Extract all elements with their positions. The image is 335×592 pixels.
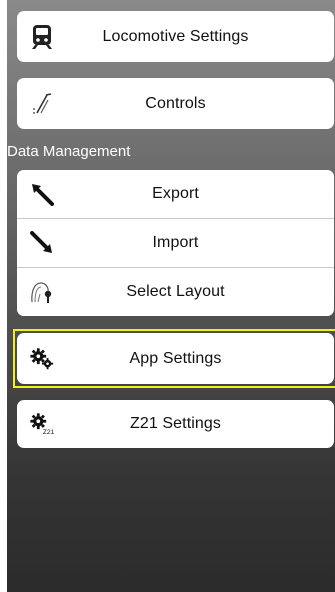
app-screen: Locomotive Settings Controls Data Manage… xyxy=(7,0,335,592)
arrow-up-left-icon xyxy=(29,181,55,207)
z21-settings-label: Z21 Settings xyxy=(129,415,222,432)
locomotive-settings-label: Locomotive Settings xyxy=(102,27,249,45)
select-layout-button[interactable]: Select Layout xyxy=(17,268,334,316)
z21-gear-icon: Z21 xyxy=(29,411,55,437)
export-button[interactable]: Export xyxy=(17,170,334,218)
controls-label: Controls xyxy=(145,94,206,112)
data-management-heading: Data Management xyxy=(7,143,131,160)
train-icon xyxy=(29,24,55,50)
control-lever-icon xyxy=(29,91,55,117)
arrow-down-right-icon xyxy=(29,230,55,256)
data-management-group: Export Import Select Layout xyxy=(17,170,334,316)
controls-button[interactable]: Controls xyxy=(17,78,334,129)
layout-icon xyxy=(29,279,55,305)
app-settings-button[interactable]: App Settings xyxy=(17,333,334,384)
app-settings-label: App Settings xyxy=(129,349,222,367)
export-label: Export xyxy=(152,185,199,202)
import-label: Import xyxy=(152,234,199,251)
locomotive-settings-button[interactable]: Locomotive Settings xyxy=(17,11,334,62)
gears-icon xyxy=(29,346,55,372)
z21-icon-text: Z21 xyxy=(43,429,55,436)
import-button[interactable]: Import xyxy=(17,219,334,267)
select-layout-label: Select Layout xyxy=(126,283,225,300)
z21-settings-button[interactable]: Z21 Z21 Settings xyxy=(17,400,334,448)
